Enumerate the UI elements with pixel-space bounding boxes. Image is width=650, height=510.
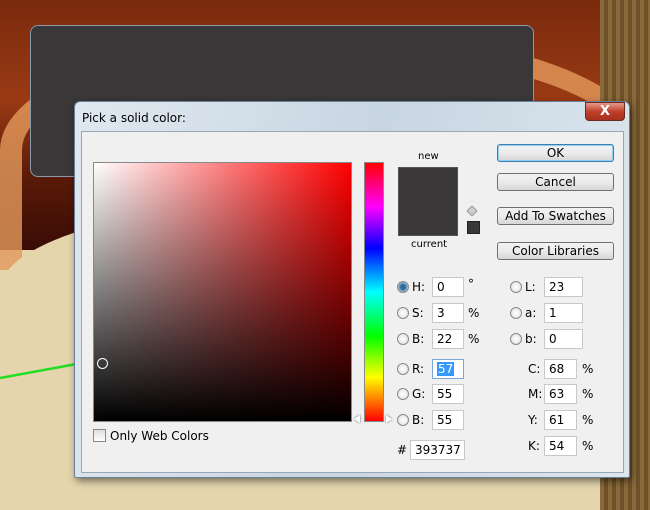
- a-input[interactable]: 1: [544, 303, 583, 323]
- c-unit: %: [582, 362, 594, 376]
- radio-blue[interactable]: [397, 414, 409, 426]
- only-web-colors-label[interactable]: Only Web Colors: [110, 429, 209, 443]
- hue-slider-right-arrow-icon[interactable]: [386, 415, 392, 423]
- current-label: current: [411, 239, 448, 250]
- hue-slider-left-arrow-icon[interactable]: [354, 415, 360, 423]
- m-unit: %: [582, 387, 594, 401]
- h-unit: °: [468, 277, 474, 291]
- lab-b-label: b:: [525, 332, 537, 346]
- c-input[interactable]: 68: [544, 359, 577, 379]
- radio-h[interactable]: [397, 281, 409, 293]
- blue-label: B:: [412, 413, 425, 427]
- b-unit: %: [468, 332, 480, 346]
- dialog-body: new current OK Cancel Add To Swatches Co…: [81, 131, 624, 473]
- hue-slider[interactable]: [364, 162, 384, 422]
- radio-s[interactable]: [397, 307, 409, 319]
- m-label: M:: [528, 387, 543, 401]
- hex-input[interactable]: 393737: [410, 440, 465, 460]
- b-label: B:: [412, 332, 425, 346]
- a-label: a:: [525, 306, 537, 320]
- close-button[interactable]: X: [585, 102, 625, 121]
- b-input[interactable]: 22: [432, 329, 464, 349]
- only-web-colors-checkbox[interactable]: [93, 429, 106, 442]
- color-preview-swatch: [398, 167, 458, 236]
- add-to-swatches-button[interactable]: Add To Swatches: [497, 207, 614, 225]
- s-unit: %: [468, 306, 480, 320]
- k-unit: %: [582, 439, 594, 453]
- r-input-selection: 57: [437, 362, 455, 376]
- h-label: H:: [412, 280, 426, 294]
- radio-a[interactable]: [510, 307, 522, 319]
- cube-icon[interactable]: [466, 205, 478, 217]
- radio-r[interactable]: [397, 363, 409, 375]
- r-label: R:: [412, 362, 425, 376]
- g-label: G:: [412, 387, 426, 401]
- color-libraries-button[interactable]: Color Libraries: [497, 242, 614, 260]
- color-field-marker[interactable]: [97, 358, 108, 369]
- color-picker-dialog: Pick a solid color: X new current OK Can…: [74, 101, 630, 478]
- l-input[interactable]: 23: [544, 277, 583, 297]
- blue-input[interactable]: 55: [432, 410, 464, 430]
- s-label: S:: [412, 306, 424, 320]
- lab-b-input[interactable]: 0: [544, 329, 583, 349]
- ok-button[interactable]: OK: [497, 144, 614, 162]
- hex-label: #: [397, 443, 408, 457]
- cancel-button[interactable]: Cancel: [497, 173, 614, 191]
- g-input[interactable]: 55: [432, 384, 464, 404]
- color-field[interactable]: [93, 162, 352, 422]
- radio-lab-b[interactable]: [510, 333, 522, 345]
- k-input[interactable]: 54: [544, 436, 577, 456]
- m-input[interactable]: 63: [544, 384, 577, 404]
- s-input[interactable]: 3: [432, 303, 464, 323]
- r-input[interactable]: 57: [432, 359, 464, 379]
- radio-l[interactable]: [510, 281, 522, 293]
- dialog-title: Pick a solid color:: [82, 111, 186, 125]
- radio-g[interactable]: [397, 388, 409, 400]
- y-label: Y:: [528, 413, 538, 427]
- h-input[interactable]: 0: [432, 277, 464, 297]
- y-unit: %: [582, 413, 594, 427]
- web-safe-swatch-icon[interactable]: [467, 221, 480, 234]
- l-label: L:: [525, 280, 536, 294]
- new-label: new: [418, 151, 439, 162]
- y-input[interactable]: 61: [544, 410, 577, 430]
- c-label: C:: [528, 362, 541, 376]
- k-label: K:: [528, 439, 540, 453]
- radio-b[interactable]: [397, 333, 409, 345]
